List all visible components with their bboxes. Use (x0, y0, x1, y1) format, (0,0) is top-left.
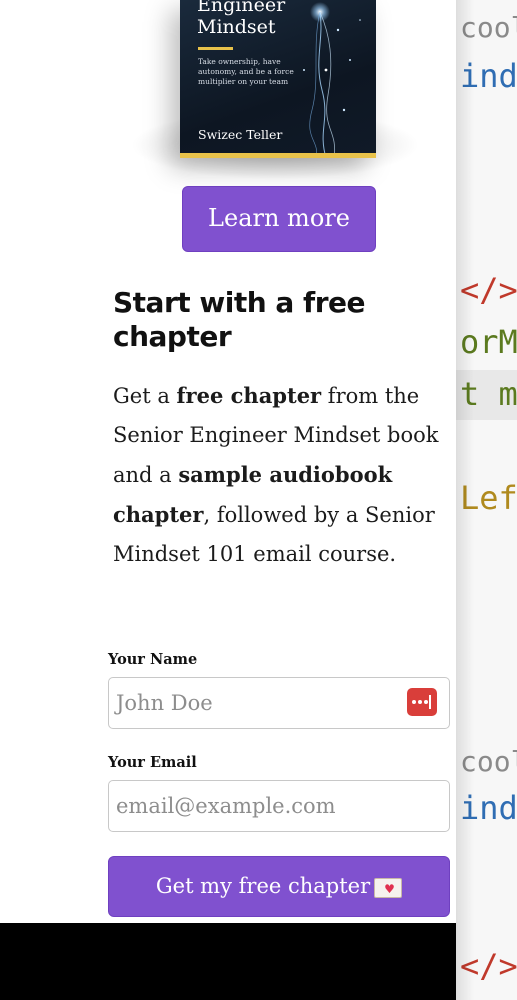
learn-more-button[interactable]: Learn more (182, 186, 376, 252)
book-cover: Engineer Mindset Take ownership, have au… (180, 0, 376, 158)
section-heading: Start with a free chapter (113, 286, 366, 353)
code-text: orM (460, 323, 517, 361)
signup-panel: Engineer Mindset Take ownership, have au… (0, 0, 456, 923)
code-text: cool! (460, 11, 517, 44)
intro-paragraph: Get a free chapter from the Senior Engin… (113, 376, 448, 574)
password-manager-icon[interactable] (407, 688, 437, 716)
book-neuron-art (303, 2, 361, 158)
book-author: Swizec Teller (198, 127, 283, 142)
code-text: </> (460, 271, 517, 309)
bottom-black-bar (0, 923, 456, 1000)
code-text: ind (460, 57, 517, 95)
submit-label: Get my free chapter (155, 874, 371, 898)
intro-emphasis: free chapter (176, 383, 322, 408)
code-text: </> (460, 947, 517, 985)
email-input[interactable]: email@example.com (108, 780, 450, 832)
book-bottom-edge (180, 153, 376, 158)
book-title-rule (198, 47, 233, 50)
name-label: Your Name (108, 651, 198, 668)
background-code-page: cool! ind </> orM t m Lef cool! ind </> (456, 0, 517, 1000)
love-letter-icon: ♥ (374, 877, 403, 898)
intro-text: Get a (113, 384, 177, 408)
code-text: t m (460, 375, 517, 413)
book-title-line: Engineer (197, 0, 286, 16)
code-text: cool! (460, 745, 517, 778)
name-input[interactable]: John Doe (108, 677, 450, 729)
code-text: ind (460, 789, 517, 827)
book-title-line: Mindset (197, 16, 276, 38)
email-label: Your Email (108, 754, 197, 771)
book-title: Engineer Mindset (197, 0, 285, 38)
submit-button[interactable]: Get my free chapter ♥ (108, 856, 450, 917)
code-text: Lef (460, 479, 517, 517)
